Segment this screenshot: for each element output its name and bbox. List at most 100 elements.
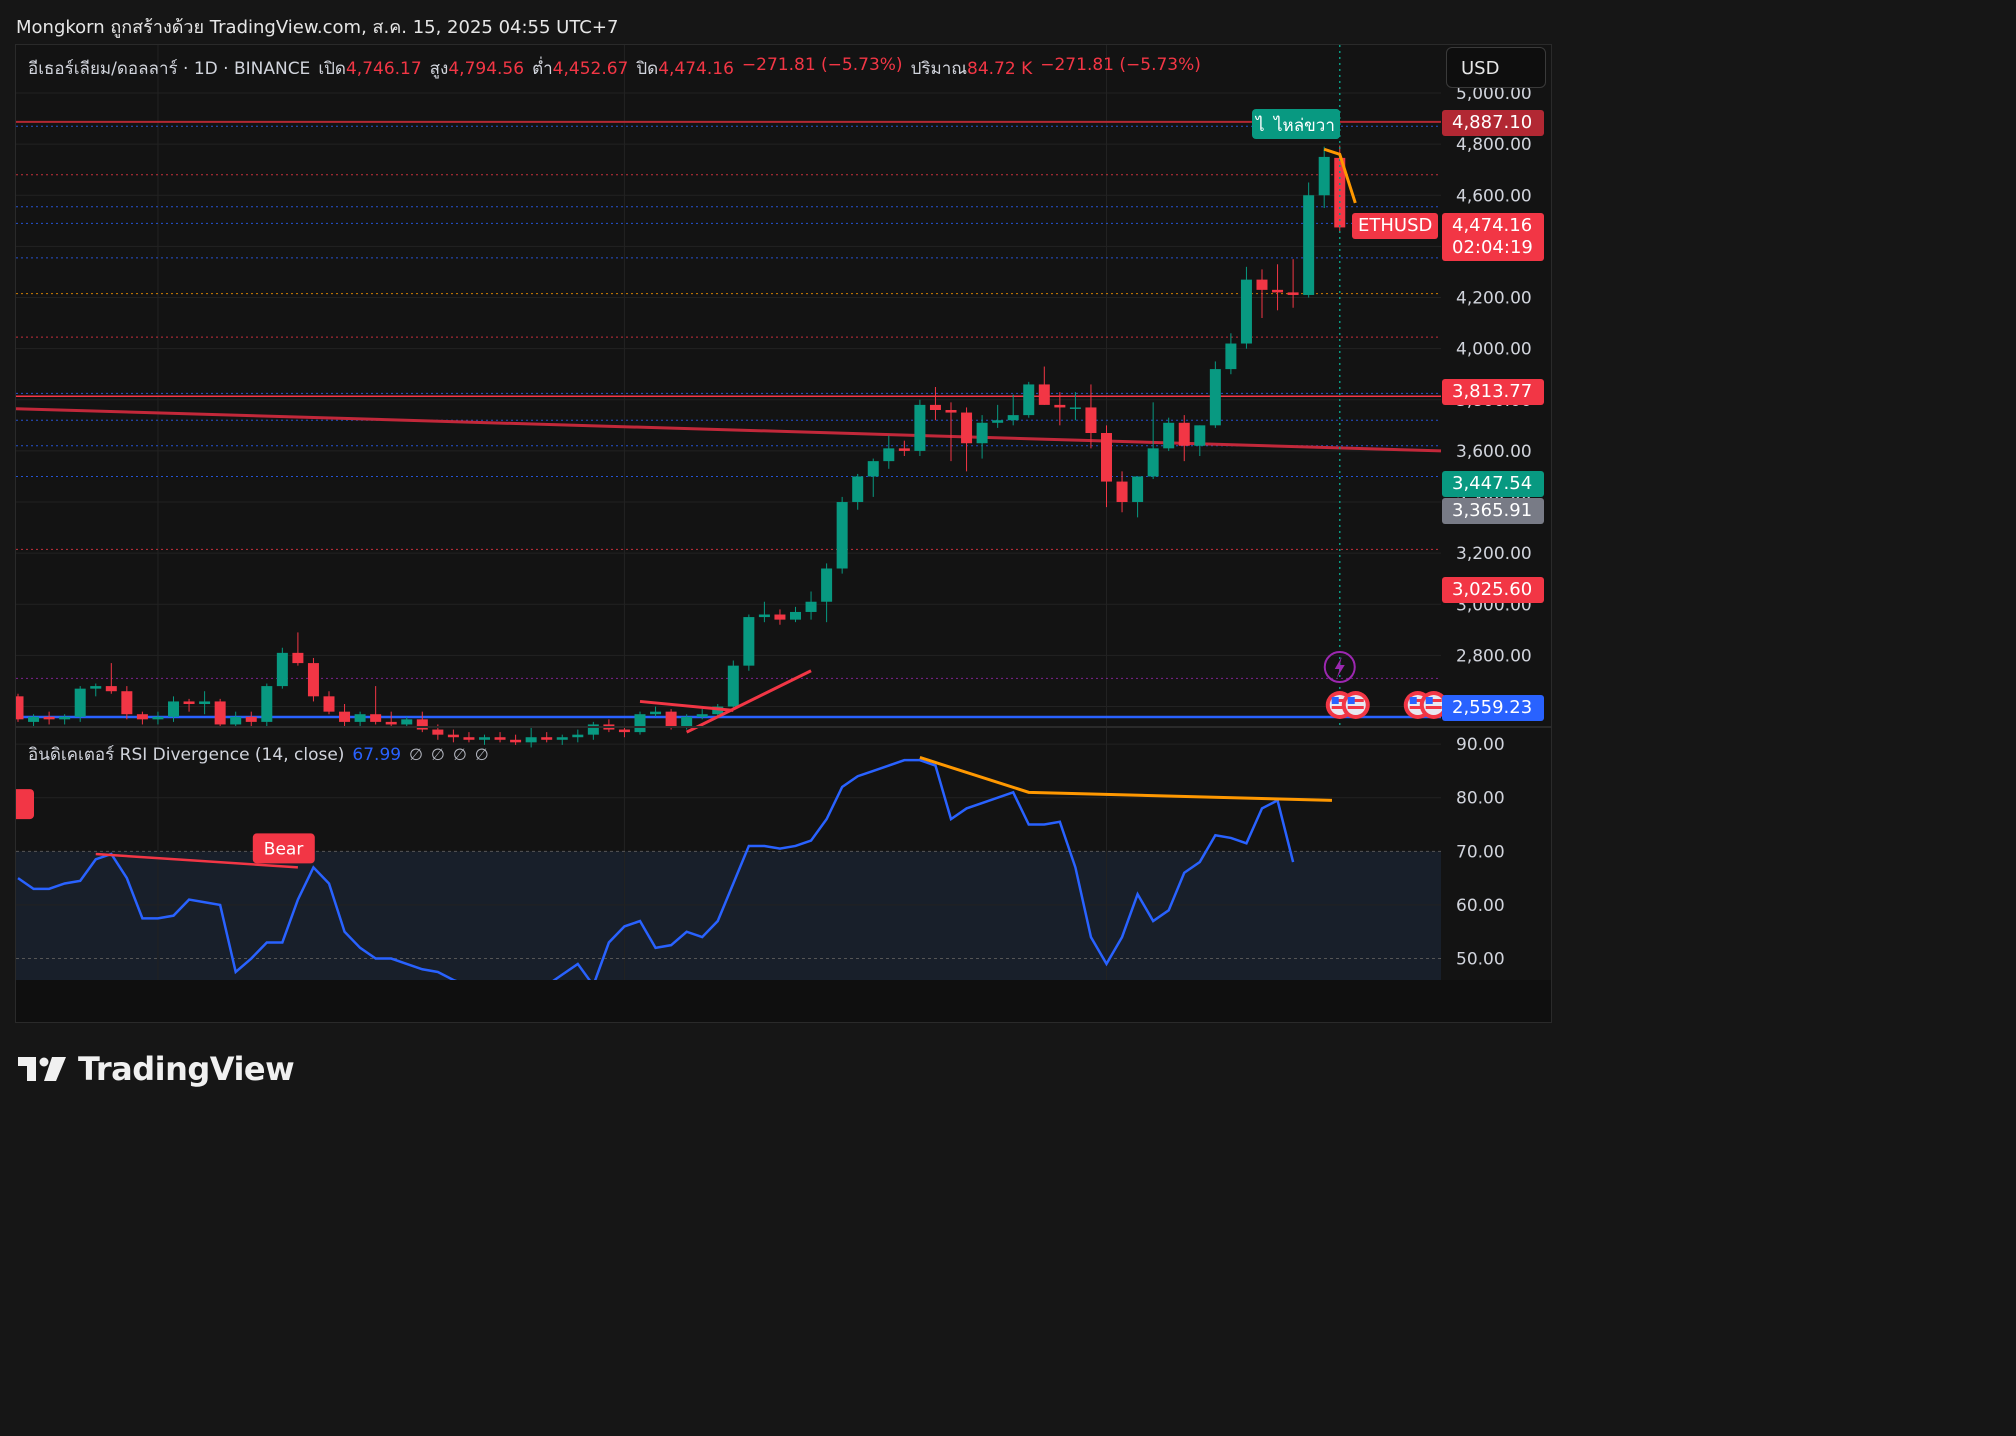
volume-value: 84.72 K [967,59,1033,79]
candle-body [401,719,413,725]
candle-body [214,701,226,725]
tradingview-logo[interactable]: TradingView [18,1050,295,1088]
price-tick-label: 4,000.00 [1456,340,1532,360]
tradingview-logo-icon [18,1057,66,1081]
candle-body [914,404,926,451]
bolt-glyph-icon [1334,657,1345,678]
rsi-tick-label: 70.00 [1456,842,1505,862]
open-label: เปิด [318,59,346,79]
divergence-price-line-2 [685,669,812,734]
volume-label: ปริมาณ [910,59,968,79]
candle-body [1178,422,1190,446]
chart-canvas[interactable]: ไไหล่ขวา Bear 2,600.002,800.003,000.003,… [16,45,1552,1023]
candle-body [883,448,895,462]
candle-body [790,611,801,620]
rsi-tick-label: 90.00 [1456,735,1505,755]
candle-body [447,734,459,738]
candle-body [370,714,382,722]
candle-body [230,716,242,725]
candle-body [292,652,304,664]
candle-body [650,711,662,715]
candle-body [1240,279,1252,344]
us-flag-stripe-icon [1425,706,1442,709]
candle-body [805,601,817,612]
candle-body [836,502,848,569]
candle-body [945,410,957,413]
candle-body [1287,292,1299,295]
candle-body [525,737,537,743]
us-flag-canton-icon [1409,697,1417,704]
candle-body [183,701,195,704]
chart-frame[interactable]: ไไหล่ขวา Bear 2,600.002,800.003,000.003,… [15,44,1552,1023]
rsi-na-4: ∅ [474,745,489,764]
slide-right-label-partial: ไ [1254,115,1265,136]
candle-body [16,696,24,720]
rsi-indicator-name[interactable]: อินดิเคเตอร์ RSI Divergence (14, close) [28,741,344,768]
candle-body [976,422,988,444]
rsi-legend: อินดิเคเตอร์ RSI Divergence (14, close) … [28,741,489,768]
candle-body [90,686,102,689]
candle-body [992,420,1004,423]
rsi-value: 67.99 [352,744,402,765]
candle-body [1085,407,1097,434]
level-badge-3447: 3,447.54 [1442,471,1544,497]
rsi-tick-label: 50.00 [1456,950,1505,970]
price-tick-label: 3,600.00 [1456,442,1532,462]
close-label: ปิด [636,59,659,79]
candle-body [1225,343,1237,370]
us-flag-canton-icon [1331,697,1339,704]
symbol-name[interactable]: อีเธอร์เลียม/ดอลลาร์ · 1D · BINANCE [28,55,310,82]
tradingview-wordmark: TradingView [78,1050,295,1088]
candle-body [929,404,941,410]
candle-body [168,701,179,717]
candle-body [634,714,646,733]
level-badge-3813: 3,813.77 [1442,379,1544,405]
candle-body [43,716,55,720]
us-flag-canton-icon [1425,697,1433,704]
us-flag-canton-icon [1347,697,1355,704]
candle-body [354,714,366,722]
candle-body [618,729,630,733]
rsi-tick-label: 60.00 [1456,896,1505,916]
candle-body [510,739,522,743]
low-label: ต่ำ [532,59,553,79]
candle-body [961,412,973,444]
slide-right-label-text: ไหล่ขวา [1272,115,1335,136]
candle-body [463,737,475,740]
candle-body [385,721,397,725]
candle-body [852,476,864,503]
change-value-2: −271.81 (−5.73%) [1040,55,1201,75]
level-badge-2559: 2,559.23 [1442,695,1544,721]
candle-body [1101,433,1112,482]
candle-body [136,714,148,720]
candle-body [416,719,428,730]
candle-body [261,686,273,722]
ethusd-symbol-badge: ETHUSD [1352,213,1438,239]
last-price-badge: 4,474.16 02:04:19 [1442,213,1544,261]
candle-body [1303,195,1315,295]
candle-body [121,691,133,715]
change-value: −271.81 (−5.73%) [741,55,903,75]
low-value: 4,452.67 [552,59,629,79]
last-price-value: 4,474.16 [1452,215,1533,236]
price-tick-label: 4,800.00 [1456,135,1532,155]
candle-body [494,737,506,740]
candle-body [1318,156,1330,196]
rsi-na-2: ∅ [431,745,445,764]
candle-body [774,614,786,620]
candle-body [541,737,553,740]
rsi-band-fill [16,851,1441,980]
candle-body [74,688,86,717]
candle-body [743,617,755,666]
price-tick-label: 2,800.00 [1456,646,1532,666]
close-value: 4,474.16 [658,59,734,79]
rsi-na-3: ∅ [452,745,467,764]
symbol-legend: อีเธอร์เลียม/ดอลลาร์ · 1D · BINANCE เปิด… [28,55,1201,82]
candle-body [1256,279,1268,290]
candle-body [323,696,335,712]
bear-label-box-partial [16,789,34,820]
price-tick-label: 3,200.00 [1456,544,1532,564]
rsi-na-1: ∅ [409,745,424,764]
candle-body [758,614,770,618]
currency-button[interactable]: USD [1446,47,1546,88]
